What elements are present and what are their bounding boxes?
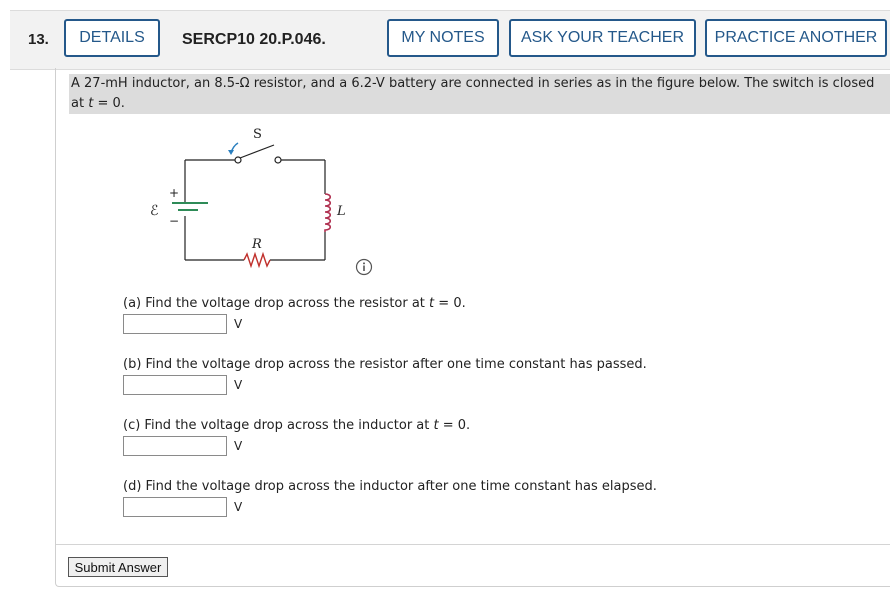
part-c-question: (c) Find the voltage drop across the ind…: [123, 418, 471, 433]
submit-answer-button[interactable]: Submit Answer: [68, 557, 168, 577]
part-d-question: (d) Find the voltage drop across the ind…: [123, 479, 657, 494]
switch: [234, 144, 282, 164]
resistor-label: R: [251, 237, 262, 252]
my-notes-button[interactable]: MY NOTES: [387, 19, 499, 57]
info-icon[interactable]: [355, 258, 373, 276]
part-a-answer-input[interactable]: [123, 314, 227, 334]
switch-label: S: [253, 127, 262, 142]
question-header: 13. DETAILS SERCP10 20.P.046. MY NOTES A…: [10, 10, 890, 70]
problem-statement: A 27-mH inductor, an 8.5-Ω resistor, and…: [69, 74, 890, 114]
part-b-unit: V: [234, 378, 243, 392]
part-b-question: (b) Find the voltage drop across the res…: [123, 357, 647, 372]
ask-your-teacher-button[interactable]: ASK YOUR TEACHER: [509, 19, 696, 57]
emf-label: ℰ: [150, 203, 158, 219]
question-id: SERCP10 20.P.046.: [182, 31, 326, 48]
problem-text-line2: at t = 0.: [71, 96, 125, 111]
resistor-zigzag: [243, 251, 271, 269]
question-number: 13.: [28, 31, 49, 48]
practice-another-button[interactable]: PRACTICE ANOTHER: [705, 19, 887, 57]
part-d-answer-input[interactable]: [123, 497, 227, 517]
battery-plus-label: +: [169, 186, 179, 200]
part-a-question: (a) Find the voltage drop across the res…: [123, 296, 466, 311]
inductor-label: L: [336, 204, 346, 219]
part-d-unit: V: [234, 500, 243, 514]
inductor-coil: [324, 193, 332, 232]
battery-minus-label: −: [169, 214, 179, 228]
battery: [172, 202, 208, 211]
divider: [56, 544, 890, 545]
part-c-unit: V: [234, 439, 243, 453]
problem-text-line1: A 27-mH inductor, an 8.5-Ω resistor, and…: [71, 76, 875, 91]
details-button[interactable]: DETAILS: [64, 19, 160, 57]
rl-circuit-figure: S + − ℰ L R: [150, 127, 346, 269]
part-a-unit: V: [234, 317, 243, 331]
part-b-answer-input[interactable]: [123, 375, 227, 395]
part-c-answer-input[interactable]: [123, 436, 227, 456]
